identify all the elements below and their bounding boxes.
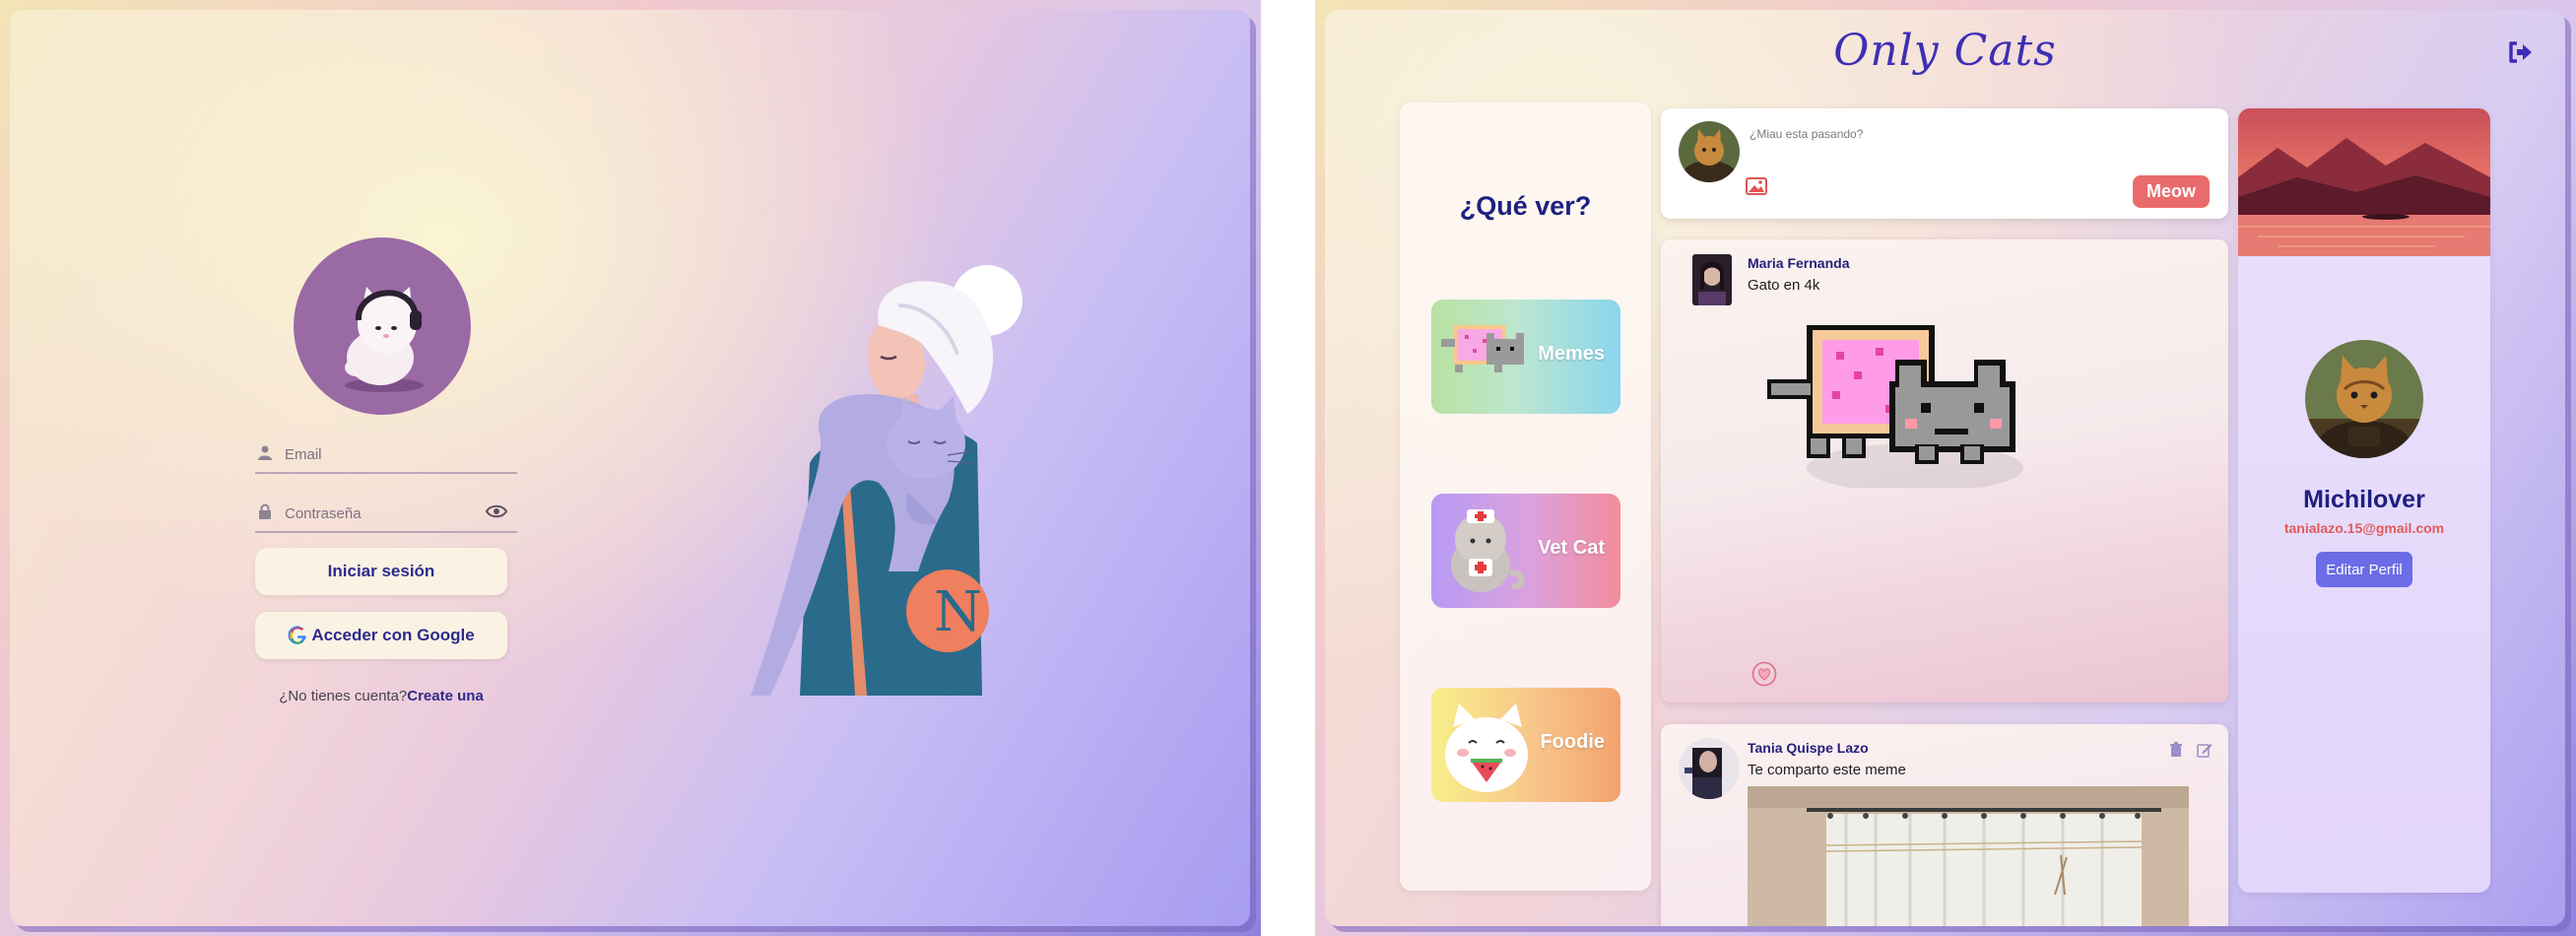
create-account-link[interactable]: Create una	[407, 688, 484, 704]
feed-card: Only Cats ¿Qué ver? Memes Vet Cat Foodie…	[1325, 10, 2565, 926]
post-text: Gato en 4k	[1748, 277, 1820, 294]
user-icon	[258, 445, 272, 460]
profile-avatar	[2305, 340, 2423, 458]
edit-icon[interactable]	[2197, 742, 2213, 758]
post-input[interactable]	[1748, 122, 2146, 146]
category-label: Foodie	[1540, 731, 1605, 753]
profile-email: tanialazo.15@gmail.com	[2283, 520, 2445, 536]
post-card: Tania Quispe Lazo Te comparto este meme	[1661, 724, 2228, 926]
post-author-avatar	[1679, 738, 1740, 799]
nurse-cat-image	[1451, 509, 1525, 592]
profile-cover-image	[2238, 108, 2490, 256]
categories-title: ¿Qué ver?	[1459, 191, 1592, 221]
meow-button[interactable]: Meow	[2133, 175, 2210, 208]
eye-icon[interactable]	[486, 503, 507, 519]
logout-icon[interactable]	[2505, 37, 2535, 67]
category-memes[interactable]: Memes	[1431, 300, 1620, 414]
current-user-avatar	[1679, 121, 1740, 182]
nyan-cat-post-image	[1767, 325, 2023, 488]
post-author: Maria Fernanda	[1748, 255, 1850, 271]
post-text: Te comparto este meme	[1748, 762, 1906, 778]
post-card: Maria Fernanda Gato en 4k	[1661, 239, 2228, 702]
password-field	[255, 496, 517, 533]
category-label: Vet Cat	[1538, 537, 1605, 559]
edit-profile-button[interactable]: Editar Perfil	[2316, 552, 2412, 587]
google-button-label: Acceder con Google	[311, 626, 475, 644]
post-author: Tania Quispe Lazo	[1748, 740, 1869, 756]
watermelon-cat-image	[1445, 703, 1528, 792]
image-icon[interactable]	[1746, 177, 1767, 195]
woman-hugging-cat-illustration: N	[751, 265, 1023, 696]
lock-icon	[259, 503, 271, 519]
signup-prompt: ¿No tienes cuenta?Create una	[255, 688, 507, 704]
app-title: Only Cats	[1833, 26, 2057, 76]
email-input[interactable]	[283, 440, 484, 468]
profile-panel: Michilover tanialazo.15@gmail.com Editar…	[2238, 108, 2490, 893]
category-foodie[interactable]: Foodie	[1431, 688, 1620, 802]
login-button[interactable]: Iniciar sesión	[255, 548, 507, 595]
login-screen: Iniciar sesión Acceder con Google ¿No ti…	[0, 0, 1261, 936]
cat-headphones-avatar	[294, 237, 471, 415]
meme-post-image	[1748, 786, 2189, 926]
trash-icon[interactable]	[2169, 742, 2183, 758]
google-icon	[288, 626, 307, 644]
category-label: Memes	[1538, 343, 1605, 365]
email-field	[255, 436, 517, 474]
category-vet-cat[interactable]: Vet Cat	[1431, 494, 1620, 608]
feed-screen: Only Cats ¿Qué ver? Memes Vet Cat Foodie…	[1315, 0, 2576, 936]
no-account-text: ¿No tienes cuenta?	[279, 688, 408, 704]
profile-name: Michilover	[2303, 486, 2425, 513]
post-author-avatar	[1692, 254, 1732, 305]
login-card: Iniciar sesión Acceder con Google ¿No ti…	[10, 10, 1250, 926]
categories-panel: ¿Qué ver? Memes Vet Cat Foodie	[1400, 102, 1651, 891]
heart-icon[interactable]	[1751, 661, 1777, 687]
google-login-button[interactable]: Acceder con Google	[255, 612, 507, 659]
svg-text:N: N	[934, 580, 982, 644]
password-input[interactable]	[283, 500, 484, 527]
nyan-cat-image	[1441, 325, 1524, 372]
post-composer: Meow	[1661, 108, 2228, 219]
